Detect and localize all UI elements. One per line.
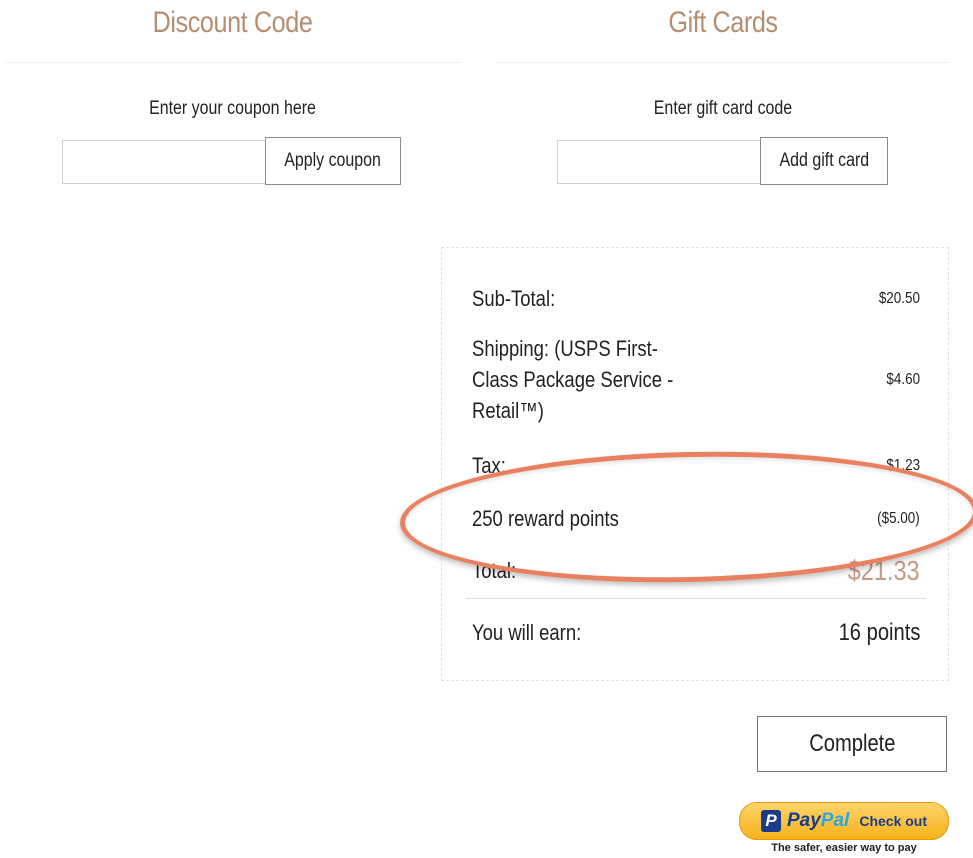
paypal-checkout-button[interactable]: P PayPal Check out [739,802,949,840]
apply-coupon-label: Apply coupon [284,150,382,171]
paypal-logo-part1: Pay [786,810,821,831]
shipping-value: $4.60 [886,371,920,388]
reward-points-value: ($5.00) [877,510,920,527]
coupon-caption: Enter your coupon here [149,98,316,119]
giftcards-title: Gift Cards [668,6,778,39]
paypal-tagline: The safer, easier way to pay [771,842,917,854]
complete-label: Complete [808,730,896,757]
subtotal-label: Sub-Total: [472,286,556,311]
summary-divider [466,598,926,599]
shipping-label-line3: Retail™) [472,398,544,423]
coupon-input[interactable] [62,140,268,184]
earn-label: You will earn: [472,620,582,645]
giftcard-input[interactable] [557,140,763,184]
complete-button[interactable]: Complete [757,716,947,772]
reward-points-label: 250 reward points [472,506,619,531]
earn-value: 16 points [838,619,920,646]
add-gift-card-button[interactable]: Add gift card [760,137,888,185]
discount-divider [5,62,460,63]
tax-value: $1.23 [886,457,920,474]
discount-title: Discount Code [152,6,313,39]
paypal-logo: PayPal [787,810,849,832]
paypal-logo-part2: Pal [820,810,850,831]
apply-coupon-button[interactable]: Apply coupon [265,137,401,185]
shipping-label-line1: Shipping: (USPS First- [472,336,658,361]
paypal-checkout-label: Check out [859,813,928,829]
giftcard-caption: Enter gift card code [653,98,793,119]
shipping-label-line2: Class Package Service - [472,367,674,392]
add-gift-card-label: Add gift card [779,150,869,171]
order-summary: Sub-Total: $20.50 Shipping: (USPS First-… [441,247,949,681]
giftcards-divider [497,62,949,63]
subtotal-value: $20.50 [878,290,920,307]
paypal-icon: P [760,810,781,832]
tax-label: Tax: [472,453,506,478]
total-value: $21.33 [848,555,920,586]
total-label: Total: [472,558,517,583]
